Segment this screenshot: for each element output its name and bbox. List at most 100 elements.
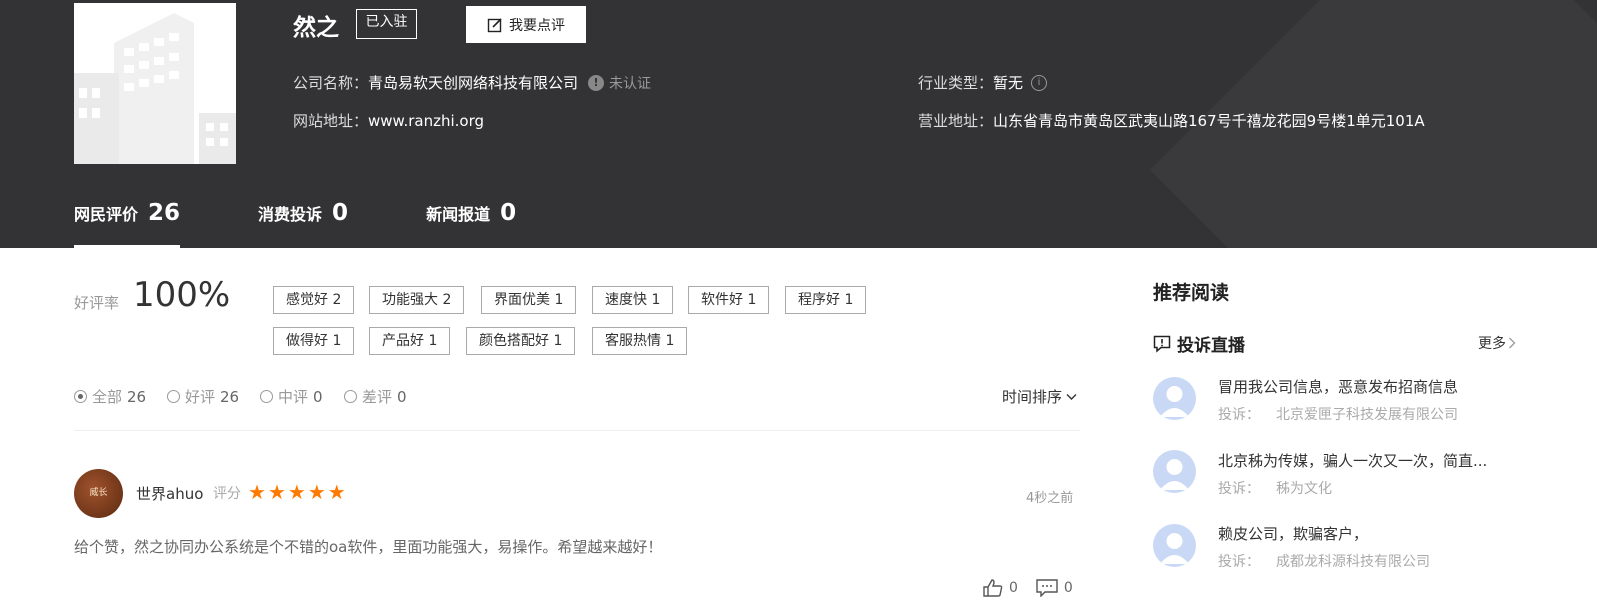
review-actions: 0 0 [983,579,1073,597]
thumbs-up-icon [983,579,1003,597]
complaint-label: 投诉： [1218,481,1260,497]
company-name-value: 青岛易软天创网络科技有限公司 [368,74,579,92]
tab-count: 0 [332,200,349,226]
filter-count: 0 [397,387,407,406]
user-icon [1160,386,1189,417]
write-review-label: 我要点评 [509,17,565,34]
complaint-company: 成都龙科源科技有限公司 [1276,554,1430,570]
like-count: 0 [1009,580,1018,596]
filter-count: 26 [220,387,240,406]
filter-label: 差评 [362,388,393,406]
filter-label: 全部 [92,388,123,406]
write-review-button[interactable]: 我要点评 [466,6,586,43]
tab-netizen-reviews[interactable]: 网民评价 26 [74,200,181,248]
review-tag[interactable]: 功能强大 2 [369,286,465,314]
radio-icon [344,390,357,403]
complaint-label: 投诉： [1218,554,1260,570]
filter-label: 中评 [278,388,309,406]
review-tag[interactable]: 客服热情 1 [592,327,688,355]
complaint-meta: 投诉： 北京爱匣子科技发展有限公司 [1218,404,1458,424]
exclamation-icon: ! [588,74,605,91]
comment-icon [1036,579,1058,597]
filter-positive[interactable]: 好评 26 [167,386,239,407]
tab-label: 消费投诉 [258,205,323,224]
divider [74,430,1080,431]
complaint-company: 秭为文化 [1276,481,1332,497]
tab-consumer-complaints[interactable]: 消费投诉 0 [258,200,348,248]
complaint-title[interactable]: 赖皮公司，欺骗客户， [1218,523,1368,544]
review-time: 4秒之前 [1026,491,1074,506]
reply-button[interactable]: 0 [1036,579,1073,597]
avatar [1153,450,1196,493]
company-name-label: 公司名称： [293,74,369,92]
filter-count: 26 [127,387,147,406]
review-tag[interactable]: 速度快 1 [592,286,674,314]
company-title: 然之 [293,15,339,41]
chevron-right-icon [1509,337,1516,349]
website-row: 网站地址： www.ranzhi.org [293,110,484,131]
review-tag[interactable]: 颜色搭配好 1 [466,327,576,355]
address-row: 营业地址： 山东省青岛市黄岛区武夷山路167号千禧龙花园9号楼1单元101A [918,110,1425,131]
company-name-row: 公司名称： 青岛易软天创网络科技有限公司 ! 未认证 [293,72,651,93]
industry-value: 暂无 [993,74,1024,92]
sort-label: 时间排序 [1002,388,1063,406]
complaint-label: 投诉： [1218,407,1260,423]
radio-icon [74,390,87,403]
star-icon: ★ [327,480,346,504]
complaint-title[interactable]: 冒用我公司信息，恶意发布招商信息 [1218,376,1458,397]
tab-count: 26 [148,200,181,226]
website-label: 网站地址： [293,112,369,130]
user-icon [1160,459,1189,490]
industry-label: 行业类型： [918,74,994,92]
complaint-meta: 投诉： 成都龙科源科技有限公司 [1218,551,1430,571]
complaint-meta: 投诉： 秭为文化 [1218,478,1332,498]
complaint-live-title: 投诉直播 [1177,336,1245,356]
avatar [1153,377,1196,420]
positive-rate-label: 好评率 [74,294,120,312]
radio-icon [260,390,273,403]
review-tag[interactable]: 程序好 1 [785,286,867,314]
industry-row: 行业类型： 暂无 i [918,72,1048,93]
tab-label: 网民评价 [74,205,139,224]
review-tag[interactable]: 软件好 1 [688,286,770,314]
star-icon: ★ [287,480,306,504]
positive-rate-value: 100% [133,275,231,315]
review-tag[interactable]: 产品好 1 [369,327,451,355]
review-comment: 给个赞，然之协同办公系统是个不错的oa软件，里面功能强大，易操作。希望越来越好！ [74,538,663,556]
address-value: 山东省青岛市黄岛区武夷山路167号千禧龙花园9号楼1单元101A [993,112,1425,130]
sort-dropdown[interactable]: 时间排序 [1002,386,1077,407]
chevron-down-icon [1066,393,1077,400]
company-tabs: 网民评价 26 消费投诉 0 新闻报道 0 [74,200,516,248]
building-icon [74,3,236,164]
alert-message-icon [1153,335,1171,353]
avatar[interactable]: 威长 [74,469,123,518]
tab-news-reports[interactable]: 新闻报道 0 [426,200,516,248]
review-tag[interactable]: 感觉好 2 [273,286,355,314]
complaint-company: 北京爱匣子科技发展有限公司 [1276,407,1458,423]
review-username[interactable]: 世界ahuo [136,483,203,504]
like-button[interactable]: 0 [983,579,1018,597]
filter-label: 好评 [185,388,216,406]
review-tag[interactable]: 界面优美 1 [481,286,577,314]
edit-icon [487,17,502,32]
review-tag[interactable]: 做得好 1 [273,327,355,355]
star-icon: ★ [307,480,326,504]
complaint-live-heading: 投诉直播 [1153,331,1245,356]
star-icon: ★ [267,480,286,504]
filter-negative[interactable]: 差评 0 [344,386,407,407]
info-icon[interactable]: i [1031,74,1048,91]
avatar [1153,524,1196,567]
unverified-label: 未认证 [609,75,652,92]
company-logo-placeholder [74,3,236,164]
verification-status: ! 未认证 [588,73,651,93]
address-label: 营业地址： [918,112,994,130]
recommended-reading-title: 推荐阅读 [1153,282,1230,304]
filter-all[interactable]: 全部 26 [74,386,146,407]
more-link[interactable]: 更多 [1478,333,1516,353]
filter-neutral[interactable]: 中评 0 [260,386,323,407]
score-label: 评分 [213,486,241,502]
star-icon: ★ [248,480,266,504]
reply-count: 0 [1063,580,1073,596]
complaint-title[interactable]: 北京秭为传媒，骗人一次又一次，简直... [1218,450,1487,471]
website-link[interactable]: www.ranzhi.org [368,112,484,130]
